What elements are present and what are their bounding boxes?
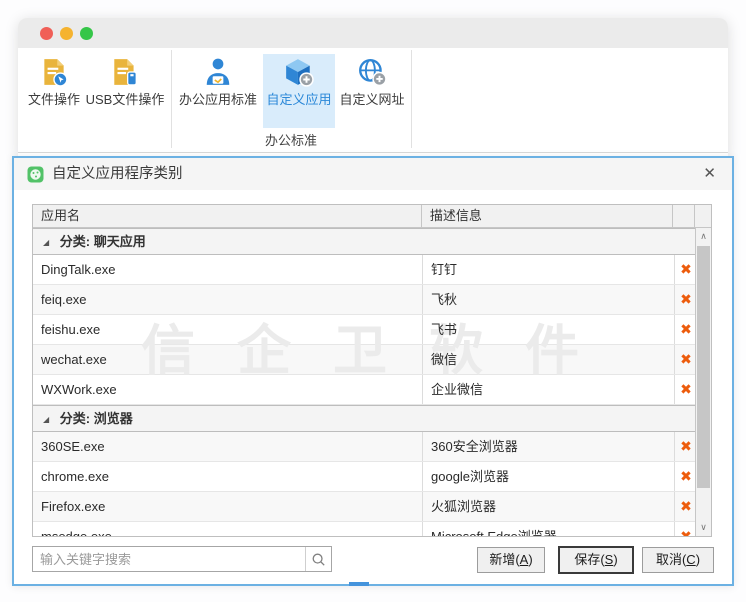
- delete-row-button[interactable]: ✖: [675, 285, 697, 314]
- table-row[interactable]: WXWork.exe 企业微信 ✖: [33, 375, 697, 405]
- group-label: 分类: 聊天应用: [60, 234, 146, 249]
- column-header-description[interactable]: 描述信息: [422, 205, 673, 227]
- delete-row-button[interactable]: ✖: [675, 522, 697, 536]
- app-name-cell: msedge.exe: [33, 522, 423, 536]
- table-row[interactable]: feishu.exe 飞书 ✖: [33, 315, 697, 345]
- delete-icon: ✖: [680, 438, 692, 454]
- delete-row-button[interactable]: ✖: [675, 375, 697, 404]
- search-button[interactable]: [305, 547, 331, 571]
- ribbon-item-label: 办公应用标准: [174, 91, 262, 108]
- group-row-chat-apps[interactable]: ◢ 分类: 聊天应用: [33, 228, 697, 255]
- app-name-cell: DingTalk.exe: [33, 255, 423, 284]
- app-desc-cell: 飞秋: [423, 285, 675, 314]
- table-row[interactable]: chrome.exe google浏览器 ✖: [33, 462, 697, 492]
- minimize-traffic-light[interactable]: [60, 27, 73, 40]
- dialog-titlebar: 自定义应用程序类别 ✕: [14, 158, 732, 190]
- app-name-cell: feishu.exe: [33, 315, 423, 344]
- search-box: [32, 546, 332, 572]
- file-operation-icon: [39, 57, 69, 87]
- app-name-cell: feiq.exe: [33, 285, 423, 314]
- table-row[interactable]: 360SE.exe 360安全浏览器 ✖: [33, 432, 697, 462]
- table-row[interactable]: msedge.exe Microsoft Edge浏览器 ✖: [33, 522, 697, 536]
- app-desc-cell: 钉钉: [423, 255, 675, 284]
- scroll-down-icon[interactable]: ∨: [696, 520, 711, 535]
- app-name-cell: 360SE.exe: [33, 432, 423, 461]
- ribbon-item-label: 自定义应用: [263, 91, 335, 108]
- dialog-close-icon[interactable]: ✕: [703, 158, 716, 190]
- ribbon-item-custom-app[interactable]: 自定义应用: [263, 54, 335, 128]
- app-name-cell: Firefox.exe: [33, 492, 423, 521]
- cancel-button[interactable]: 取消(C): [642, 547, 714, 573]
- delete-icon: ✖: [680, 351, 692, 367]
- collapse-triangle-icon[interactable]: ◢: [43, 407, 49, 432]
- app-name-cell: wechat.exe: [33, 345, 423, 374]
- delete-row-button[interactable]: ✖: [675, 345, 697, 374]
- scroll-up-icon[interactable]: ∧: [696, 229, 711, 244]
- delete-icon: ✖: [680, 528, 692, 536]
- ribbon-item-file-operations[interactable]: 文件操作: [25, 54, 83, 128]
- close-traffic-light[interactable]: [40, 27, 53, 40]
- delete-icon: ✖: [680, 468, 692, 484]
- delete-row-button[interactable]: ✖: [675, 255, 697, 284]
- save-button[interactable]: 保存(S): [558, 546, 634, 574]
- app-table: 应用名 描述信息 信企卫软件 ◢ 分类: 聊天应用 DingTalk.exe 钉…: [32, 204, 712, 537]
- table-row[interactable]: wechat.exe 微信 ✖: [33, 345, 697, 375]
- app-name-cell: chrome.exe: [33, 462, 423, 491]
- delete-icon: ✖: [680, 291, 692, 307]
- collapse-triangle-icon[interactable]: ◢: [43, 230, 49, 255]
- ribbon-item-label: 自定义网址: [338, 91, 406, 108]
- delete-icon: ✖: [680, 261, 692, 277]
- delete-icon: ✖: [680, 381, 692, 397]
- delete-row-button[interactable]: ✖: [675, 315, 697, 344]
- app-desc-cell: 火狐浏览器: [423, 492, 675, 521]
- search-input[interactable]: [33, 547, 312, 571]
- ribbon-item-label: USB文件操作: [80, 91, 170, 108]
- delete-icon: ✖: [680, 321, 692, 337]
- vertical-scrollbar[interactable]: ∧ ∨: [695, 228, 711, 536]
- screen: 文件操作 USB文件操作: [0, 0, 746, 602]
- ribbon-item-label: 文件操作: [25, 91, 83, 108]
- dialog-title: 自定义应用程序类别: [52, 158, 183, 190]
- delete-icon: ✖: [680, 498, 692, 514]
- app-desc-cell: 飞书: [423, 315, 675, 344]
- ribbon-item-usb-file-operations[interactable]: USB文件操作: [80, 54, 170, 128]
- table-body: 信企卫软件 ◢ 分类: 聊天应用 DingTalk.exe 钉钉 ✖ feiq.…: [33, 228, 711, 536]
- search-icon: [311, 552, 326, 567]
- group-label: 分类: 浏览器: [60, 411, 133, 426]
- table-row[interactable]: Firefox.exe 火狐浏览器 ✖: [33, 492, 697, 522]
- ribbon-group-label: 办公标准: [171, 130, 411, 149]
- custom-url-icon: [357, 57, 387, 87]
- column-header-app-name[interactable]: 应用名: [33, 205, 422, 227]
- custom-app-category-dialog: 自定义应用程序类别 ✕ 应用名 描述信息 信企卫软件 ◢ 分类: 聊天应用 Di…: [12, 156, 734, 586]
- delete-row-button[interactable]: ✖: [675, 462, 697, 491]
- custom-app-icon: [284, 57, 314, 87]
- table-header-row: 应用名 描述信息: [33, 205, 711, 228]
- app-desc-cell: 360安全浏览器: [423, 432, 675, 461]
- window-titlebar: [18, 18, 728, 48]
- app-desc-cell: Microsoft Edge浏览器: [423, 522, 675, 536]
- office-app-standard-icon: [203, 57, 233, 87]
- app-name-cell: WXWork.exe: [33, 375, 423, 404]
- app-desc-cell: 微信: [423, 345, 675, 374]
- group-row-browsers[interactable]: ◢ 分类: 浏览器: [33, 405, 697, 432]
- ribbon-separator: [411, 50, 412, 148]
- table-row[interactable]: feiq.exe 飞秋 ✖: [33, 285, 697, 315]
- resize-grip[interactable]: [349, 582, 369, 586]
- column-header-scroll: [695, 205, 711, 227]
- app-desc-cell: google浏览器: [423, 462, 675, 491]
- delete-row-button[interactable]: ✖: [675, 492, 697, 521]
- ribbon-item-office-app-standard[interactable]: 办公应用标准: [174, 54, 262, 128]
- column-header-actions: [673, 205, 695, 227]
- ribbon-item-custom-url[interactable]: 自定义网址: [338, 54, 406, 128]
- app-desc-cell: 企业微信: [423, 375, 675, 404]
- dialog-app-icon: [27, 166, 44, 183]
- scrollbar-thumb[interactable]: [697, 246, 710, 488]
- ribbon-toolbar: 文件操作 USB文件操作: [18, 48, 728, 153]
- add-button[interactable]: 新增(A): [477, 547, 545, 573]
- usb-file-operation-icon: [110, 57, 140, 87]
- main-window: 文件操作 USB文件操作: [18, 18, 728, 158]
- delete-row-button[interactable]: ✖: [675, 432, 697, 461]
- maximize-traffic-light[interactable]: [80, 27, 93, 40]
- table-row[interactable]: DingTalk.exe 钉钉 ✖: [33, 255, 697, 285]
